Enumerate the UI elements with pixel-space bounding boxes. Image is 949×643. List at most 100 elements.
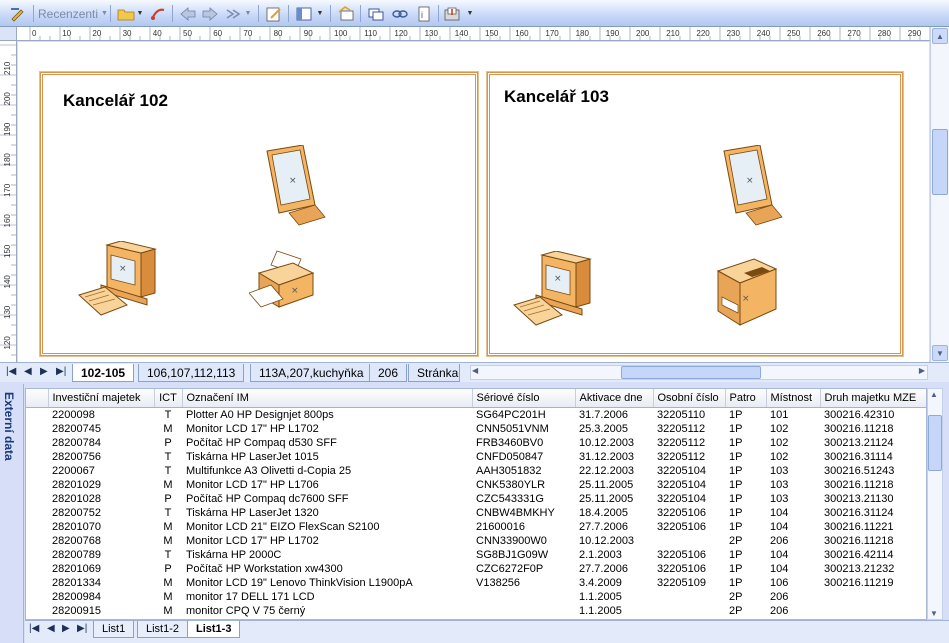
- drawing-canvas[interactable]: Kancelář 102 × × × Kancelář 103 × × ×: [18, 42, 929, 362]
- table-cell[interactable]: 1P: [725, 407, 766, 422]
- table-cell[interactable]: 32205109: [653, 576, 725, 590]
- drawing-vertical-scrollbar[interactable]: ▲ ▼: [930, 27, 949, 362]
- table-cell[interactable]: CNK5380YLR: [472, 478, 575, 492]
- table-cell[interactable]: SG64PC201H: [472, 407, 575, 422]
- table-cell[interactable]: [653, 590, 725, 604]
- table-cell[interactable]: 103: [766, 492, 820, 506]
- table-cell[interactable]: 206: [766, 590, 820, 604]
- table-cell[interactable]: 2P: [725, 534, 766, 548]
- table-cell[interactable]: 32205112: [653, 450, 725, 464]
- table-cell[interactable]: 300216.42114: [820, 548, 926, 562]
- table-row[interactable]: 28200745 M Monitor LCD 17" HP L1702 CNN5051…: [26, 422, 926, 436]
- table-cell[interactable]: Monitor LCD 21" EIZO FlexScan S2100: [182, 520, 472, 534]
- page-tab[interactable]: 102-105: [72, 364, 135, 382]
- row-selector[interactable]: [26, 548, 48, 562]
- table-cell[interactable]: 25.3.2005: [575, 422, 653, 436]
- table-cell[interactable]: 1P: [725, 450, 766, 464]
- grid-vertical-scrollbar[interactable]: ▲ ▼: [927, 388, 943, 620]
- table-cell[interactable]: Počítač HP Workstation xw4300: [182, 562, 472, 576]
- room-shape[interactable]: Kancelář 102 × × ×: [40, 72, 478, 356]
- column-header[interactable]: Místnost: [766, 389, 821, 408]
- table-cell[interactable]: Tiskárna HP 2000C: [182, 548, 472, 562]
- table-cell[interactable]: 300216.31114: [820, 450, 926, 464]
- column-header[interactable]: Investiční majetek: [48, 389, 155, 408]
- window-icon[interactable]: [366, 4, 386, 23]
- table-cell[interactable]: 1P: [725, 548, 766, 562]
- table-cell[interactable]: [653, 604, 725, 618]
- table-cell[interactable]: CZC543331G: [472, 492, 575, 506]
- table-cell[interactable]: 28200789: [48, 548, 154, 562]
- table-cell[interactable]: 1P: [725, 492, 766, 506]
- table-row[interactable]: 28200789 T Tiskárna HP 2000C SG8BJ1G09W 2.1.…: [26, 548, 926, 562]
- table-cell[interactable]: V138256: [472, 576, 575, 590]
- first-sheet-icon[interactable]: |◀: [29, 623, 39, 634]
- table-row[interactable]: 28201070 M Monitor LCD 21" EIZO FlexScan S…: [26, 520, 926, 534]
- edit-pencil-icon[interactable]: [8, 4, 28, 23]
- panel-dropdown-icon[interactable]: ▼: [316, 4, 324, 23]
- table-cell[interactable]: P: [154, 436, 182, 450]
- table-row[interactable]: 28200915 Mmonitor CPQ V 75 černý 1.1.2005 2…: [26, 604, 926, 618]
- prev-page-icon[interactable]: ◀: [24, 366, 32, 377]
- table-cell[interactable]: M: [154, 604, 182, 618]
- note-edit-icon[interactable]: [264, 4, 284, 23]
- row-selector[interactable]: [26, 436, 48, 450]
- row-selector[interactable]: [26, 534, 48, 548]
- row-selector[interactable]: [26, 492, 48, 506]
- row-selector[interactable]: [26, 562, 48, 576]
- table-cell[interactable]: 1P: [725, 562, 766, 576]
- table-cell[interactable]: 1P: [725, 576, 766, 590]
- page-tab[interactable]: 106,107,112,113: [138, 364, 245, 382]
- table-cell[interactable]: 28200784: [48, 436, 154, 450]
- table-row[interactable]: 28201334 M Monitor LCD 19" Lenovo ThinkVis…: [26, 576, 926, 590]
- table-cell[interactable]: 300216.11218: [820, 422, 926, 436]
- arrow-back-icon[interactable]: [178, 4, 198, 23]
- folder-dropdown-icon[interactable]: ▼: [136, 4, 144, 23]
- table-cell[interactable]: Monitor LCD 19" Lenovo ThinkVision L1900…: [182, 576, 472, 590]
- table-cell[interactable]: CNN33900W0: [472, 534, 575, 548]
- table-cell[interactable]: CNFD050847: [472, 450, 575, 464]
- row-selector-header[interactable]: [26, 389, 49, 408]
- table-cell[interactable]: 25.11.2005: [575, 478, 653, 492]
- table-cell[interactable]: monitor CPQ V 75 černý: [182, 604, 472, 618]
- row-selector[interactable]: [26, 478, 48, 492]
- table-cell[interactable]: AAH3051832: [472, 464, 575, 478]
- table-cell[interactable]: 32205106: [653, 520, 725, 534]
- column-header[interactable]: Druh majetku MZE: [820, 389, 926, 408]
- panel-icon[interactable]: [294, 4, 314, 23]
- monitor-icon[interactable]: ×: [720, 145, 788, 227]
- table-cell[interactable]: M: [154, 478, 182, 492]
- monitor-icon[interactable]: ×: [263, 145, 331, 227]
- table-cell[interactable]: 1P: [725, 520, 766, 534]
- table-cell[interactable]: 32205112: [653, 422, 725, 436]
- table-cell[interactable]: 18.4.2005: [575, 506, 653, 520]
- table-cell[interactable]: 28201028: [48, 492, 154, 506]
- table-cell[interactable]: 300216.11219: [820, 576, 926, 590]
- table-cell[interactable]: 22.12.2003: [575, 464, 653, 478]
- table-cell[interactable]: 31.7.2006: [575, 407, 653, 422]
- table-cell[interactable]: Multifunkce A3 Olivetti d-Copia 25: [182, 464, 472, 478]
- table-cell[interactable]: FRB3460BV0: [472, 436, 575, 450]
- table-cell[interactable]: 1P: [725, 464, 766, 478]
- arrow-forward-icon[interactable]: [200, 4, 220, 23]
- table-cell[interactable]: T: [154, 407, 182, 422]
- table-cell[interactable]: 2200067: [48, 464, 154, 478]
- external-data-grid[interactable]: Investiční majetek ICT Označení IM Sériové …: [25, 388, 927, 620]
- table-cell[interactable]: T: [154, 548, 182, 562]
- table-cell[interactable]: 300216.51243: [820, 464, 926, 478]
- table-cell[interactable]: 28200984: [48, 590, 154, 604]
- column-header[interactable]: Sériové číslo: [472, 389, 576, 408]
- column-header[interactable]: Patro: [725, 389, 767, 408]
- table-cell[interactable]: 300216.11221: [820, 520, 926, 534]
- table-cell[interactable]: 28200756: [48, 450, 154, 464]
- table-cell[interactable]: 2.1.2003: [575, 548, 653, 562]
- table-cell[interactable]: 102: [766, 422, 820, 436]
- table-cell[interactable]: 28201334: [48, 576, 154, 590]
- table-cell[interactable]: 300216.11218: [820, 478, 926, 492]
- column-header[interactable]: Aktivace dne: [575, 389, 654, 408]
- table-row[interactable]: 28200784 P Počítač HP Compaq d530 SFF FRB34…: [26, 436, 926, 450]
- table-row[interactable]: 28200756 T Tiskárna HP LaserJet 1015 CNFD05…: [26, 450, 926, 464]
- table-cell[interactable]: 300213.21232: [820, 562, 926, 576]
- row-selector[interactable]: [26, 576, 48, 590]
- table-cell[interactable]: T: [154, 464, 182, 478]
- table-cell[interactable]: 300216.11218: [820, 534, 926, 548]
